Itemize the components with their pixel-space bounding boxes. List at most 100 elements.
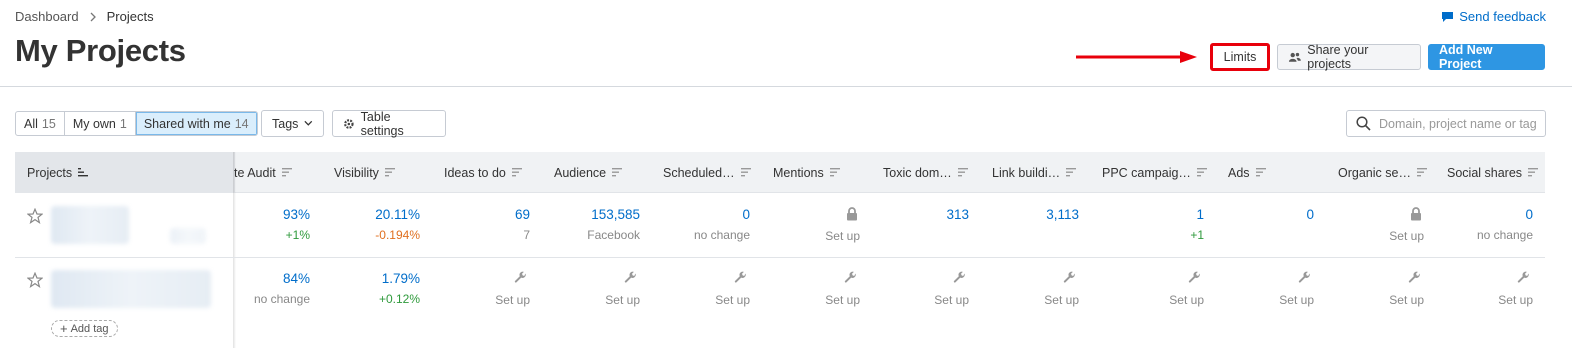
cell-setup: Set up [715, 293, 750, 307]
star-icon[interactable] [27, 272, 43, 288]
cell-ads[interactable]: 0 [1194, 207, 1314, 222]
column-header-site-audit[interactable]: te Audit [234, 152, 293, 193]
cell-setup-organic[interactable]: Set up [1304, 271, 1424, 307]
column-label: Organic se… [1338, 165, 1411, 180]
breadcrumb-projects: Projects [106, 9, 154, 24]
cell-mentions[interactable]: Set up [740, 207, 860, 243]
chat-bubble-icon [1442, 11, 1454, 22]
cell-value: 1.79% [381, 271, 420, 286]
column-label: Toxic dom… [883, 165, 952, 180]
sort-icon [612, 168, 623, 177]
sort-icon [281, 168, 292, 177]
cell-setup-toxic[interactable]: Set up [849, 271, 969, 307]
cell-setup: Set up [1169, 293, 1204, 307]
cell-value: 20.11% [375, 207, 420, 222]
limits-button[interactable]: Limits [1210, 43, 1270, 71]
cell-ppc[interactable]: 1 +1 [1084, 207, 1204, 242]
cell-social-shares[interactable]: 0 no change [1413, 207, 1533, 242]
search-icon [1356, 116, 1371, 131]
star-icon[interactable] [27, 208, 43, 224]
column-label: Visibility [334, 165, 379, 180]
breadcrumb-dashboard[interactable]: Dashboard [15, 9, 79, 24]
search-input[interactable]: Domain, project name or tag [1346, 110, 1546, 137]
cell-setup-ideas[interactable]: Set up [410, 271, 530, 307]
column-header-scheduled[interactable]: Scheduled… [663, 152, 752, 193]
cell-site-audit[interactable]: 84% no change [190, 271, 310, 306]
table-header: Projects te Audit Visibility Ideas to do… [15, 152, 1545, 193]
table-settings-button[interactable]: Table settings [332, 110, 446, 138]
cell-link-building[interactable]: 3,113 [959, 207, 1079, 222]
add-tag-button[interactable]: + Add tag [51, 320, 118, 337]
tab-my-own[interactable]: My own 1 [65, 112, 136, 135]
sort-icon [957, 168, 968, 177]
cell-sub: 7 [523, 228, 530, 242]
cell-audience[interactable]: 153,585 Facebook [520, 207, 640, 242]
column-label: Social shares [1447, 165, 1523, 180]
limits-label: Limits [1223, 50, 1257, 64]
column-header-projects[interactable]: Projects [15, 152, 235, 193]
add-new-project-label: Add New Project [1439, 43, 1493, 71]
tab-shared-label: Shared with me [143, 116, 231, 131]
tab-all-label: All [24, 116, 38, 131]
cell-setup-scheduled[interactable]: Set up [630, 271, 750, 307]
sort-icon [1528, 168, 1539, 177]
cell-change: +1 [1190, 228, 1204, 242]
cell-value: 3,113 [1046, 207, 1079, 222]
cell-setup-ads[interactable]: Set up [1194, 271, 1314, 307]
column-header-ads[interactable]: Ads [1228, 152, 1267, 193]
column-label: PPC campaig… [1102, 165, 1191, 180]
column-header-toxic-domains[interactable]: Toxic dom… [883, 152, 969, 193]
cell-setup: Set up [1389, 293, 1424, 307]
cell-setup: Set up [934, 293, 969, 307]
chevron-down-icon [304, 120, 313, 126]
cell-sub: no change [253, 292, 310, 306]
cell-setup: Set up [1389, 229, 1424, 243]
column-label: Link buildi… [992, 165, 1061, 180]
wrench-icon [1063, 271, 1075, 283]
column-header-organic[interactable]: Organic se… [1338, 152, 1428, 193]
cell-setup-ppc[interactable]: Set up [1084, 271, 1204, 307]
tags-dropdown[interactable]: Tags [261, 110, 324, 137]
cell-value: 0 [1525, 207, 1533, 222]
cell-setup-social[interactable]: Set up [1413, 271, 1533, 307]
cell-site-audit[interactable]: 93% +1% [190, 207, 310, 242]
header-divider [0, 86, 1572, 87]
plus-icon: + [60, 321, 68, 336]
cell-ideas[interactable]: 69 7 [410, 207, 530, 242]
row-divider [15, 257, 1545, 258]
project-filter-tabs: All 15 My own 1 Shared with me 14 [15, 111, 258, 136]
cell-scheduled[interactable]: 0 no change [630, 207, 750, 242]
column-header-social-shares[interactable]: Social shares [1447, 152, 1539, 193]
send-feedback-link[interactable]: Send feedback [1441, 9, 1546, 24]
column-label: te Audit [234, 165, 276, 180]
cell-visibility[interactable]: 1.79% +0.12% [300, 271, 420, 306]
frozen-column-shadow [233, 152, 236, 348]
column-header-link-building[interactable]: Link buildi… [992, 152, 1077, 193]
column-header-visibility[interactable]: Visibility [334, 152, 396, 193]
cell-setup-link[interactable]: Set up [959, 271, 1079, 307]
cell-value: 313 [946, 207, 969, 222]
column-header-mentions[interactable]: Mentions [773, 152, 841, 193]
tab-shared-count: 14 [234, 116, 249, 131]
tab-my-own-label: My own [72, 116, 116, 131]
cell-toxic-domains[interactable]: 313 [849, 207, 969, 222]
add-new-project-button[interactable]: Add New Project [1428, 43, 1545, 71]
tags-label: Tags [272, 116, 299, 131]
column-header-ideas[interactable]: Ideas to do [444, 152, 523, 193]
column-header-ppc[interactable]: PPC campaig… [1102, 152, 1208, 193]
sort-icon [829, 168, 840, 177]
sort-icon [384, 168, 395, 177]
column-header-audience[interactable]: Audience [554, 152, 623, 193]
tab-shared-with-me[interactable]: Shared with me 14 [135, 112, 257, 135]
cell-sub: no change [693, 228, 750, 242]
cell-setup-audience[interactable]: Set up [520, 271, 640, 307]
cell-setup-mentions[interactable]: Set up [740, 271, 860, 307]
send-feedback-label: Send feedback [1459, 9, 1546, 24]
project-name-blurred[interactable] [51, 270, 211, 308]
cell-visibility[interactable]: 20.11% -0.194% [300, 207, 420, 242]
column-label: Ideas to do [444, 165, 506, 180]
tab-all[interactable]: All 15 [16, 112, 65, 135]
cell-organic[interactable]: Set up [1304, 207, 1424, 243]
project-name-blurred[interactable] [51, 206, 129, 244]
share-projects-button[interactable]: Share your projects [1277, 43, 1421, 71]
